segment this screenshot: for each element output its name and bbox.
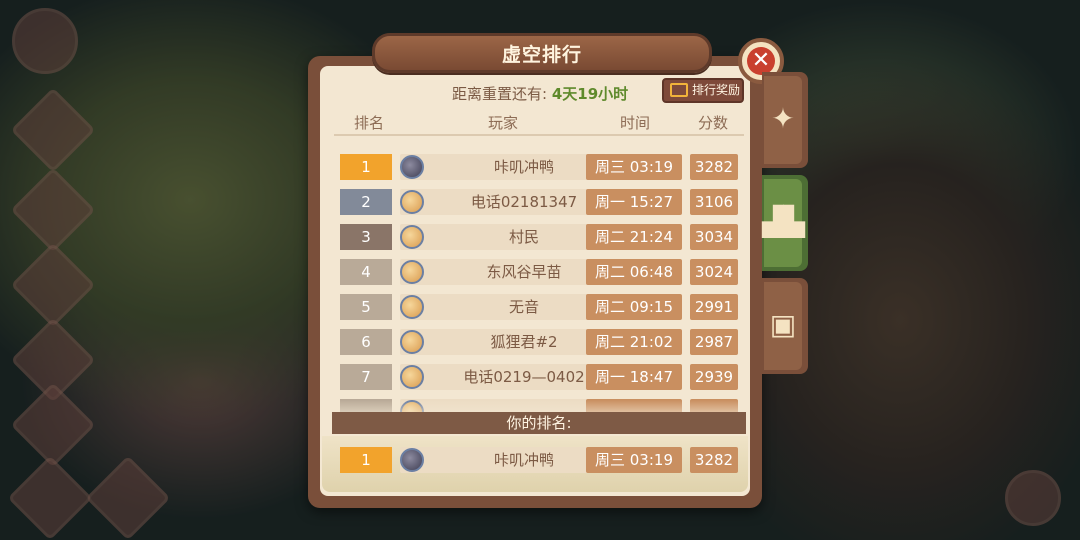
time-cell: 周三 03:19 [586, 154, 682, 180]
my-rank-row: 1 咔叽冲鸭 周三 03:19 3282 [340, 446, 740, 474]
avatar [400, 155, 424, 179]
tab-leaderboard[interactable]: ▟▙ [762, 175, 808, 271]
time-cell: 周一 15:27 [586, 189, 682, 215]
table-row[interactable]: 7 电话0219—0402 周一 18:47 2939 [340, 363, 740, 391]
avatar [400, 330, 424, 354]
rank-cell: 3 [340, 224, 392, 250]
avatar [400, 225, 424, 249]
time-cell: 周二 06:48 [586, 259, 682, 285]
column-score: 分数 [698, 114, 729, 132]
rank-reward-button[interactable]: 排行奖励 [662, 78, 744, 103]
time-cell: 周二 09:15 [586, 294, 682, 320]
podium-icon: ▟▙ [762, 205, 806, 238]
score-cell: 2991 [690, 294, 738, 320]
table-row[interactable]: 5 无音 周二 09:15 2991 [340, 293, 740, 321]
close-icon: ✕ [747, 47, 775, 75]
score-cell: 3034 [690, 224, 738, 250]
rank-cell: 5 [340, 294, 392, 320]
avatar [400, 448, 424, 472]
table-row[interactable]: 1 咔叽冲鸭 周三 03:19 3282 [340, 153, 740, 181]
score-cell: 2987 [690, 329, 738, 355]
my-rank-cell: 1 [340, 447, 392, 473]
reset-value: 4天19小时 [551, 85, 629, 103]
time-cell: 周一 18:47 [586, 364, 682, 390]
my-score-cell: 3282 [690, 447, 738, 473]
rank-cell: 2 [340, 189, 392, 215]
shuriken-icon: ✦ [771, 102, 795, 135]
table-row[interactable]: 2 电话02181347 周一 15:27 3106 [340, 188, 740, 216]
table-row[interactable]: 6 狐狸君#2 周二 21:02 2987 [340, 328, 740, 356]
rank-reward-label: 排行奖励 [692, 83, 741, 97]
avatar [400, 190, 424, 214]
score-cell: 3024 [690, 259, 738, 285]
avatar [400, 365, 424, 389]
table-row[interactable]: 3 村民 周二 21:24 3034 [340, 223, 740, 251]
reset-label: 距离重置还有: [452, 85, 548, 103]
column-rank: 排名 [354, 114, 385, 132]
time-cell: 周二 21:24 [586, 224, 682, 250]
tab-shuriken[interactable]: ✦ [762, 72, 808, 168]
avatar [400, 260, 424, 284]
chest-icon [670, 82, 688, 97]
map-top-left-button [12, 8, 78, 74]
map-bottom-right-button [1005, 470, 1061, 526]
reset-timer: 距离重置还有: 4天19小时 [452, 83, 628, 104]
title-plate: 虚空排行 [372, 33, 712, 73]
rank-cell: 1 [340, 154, 392, 180]
panel-title: 虚空排行 [501, 44, 582, 66]
rank-cell: 4 [340, 259, 392, 285]
column-time: 时间 [620, 114, 651, 132]
my-rank-header: 你的排名: [332, 412, 746, 434]
my-time-cell: 周三 03:19 [586, 447, 682, 473]
rank-cell: 7 [340, 364, 392, 390]
chest-icon: ▣ [769, 308, 797, 341]
column-player: 玩家 [488, 114, 519, 132]
time-cell: 周二 21:02 [586, 329, 682, 355]
avatar [400, 295, 424, 319]
score-cell: 3106 [690, 189, 738, 215]
rank-cell: 6 [340, 329, 392, 355]
score-cell: 2939 [690, 364, 738, 390]
tab-chest[interactable]: ▣ [762, 278, 808, 374]
table-header: 排名 玩家 时间 分数 [334, 108, 744, 136]
score-cell: 3282 [690, 154, 738, 180]
table-row[interactable]: 4 东风谷早苗 周二 06:48 3024 [340, 258, 740, 286]
